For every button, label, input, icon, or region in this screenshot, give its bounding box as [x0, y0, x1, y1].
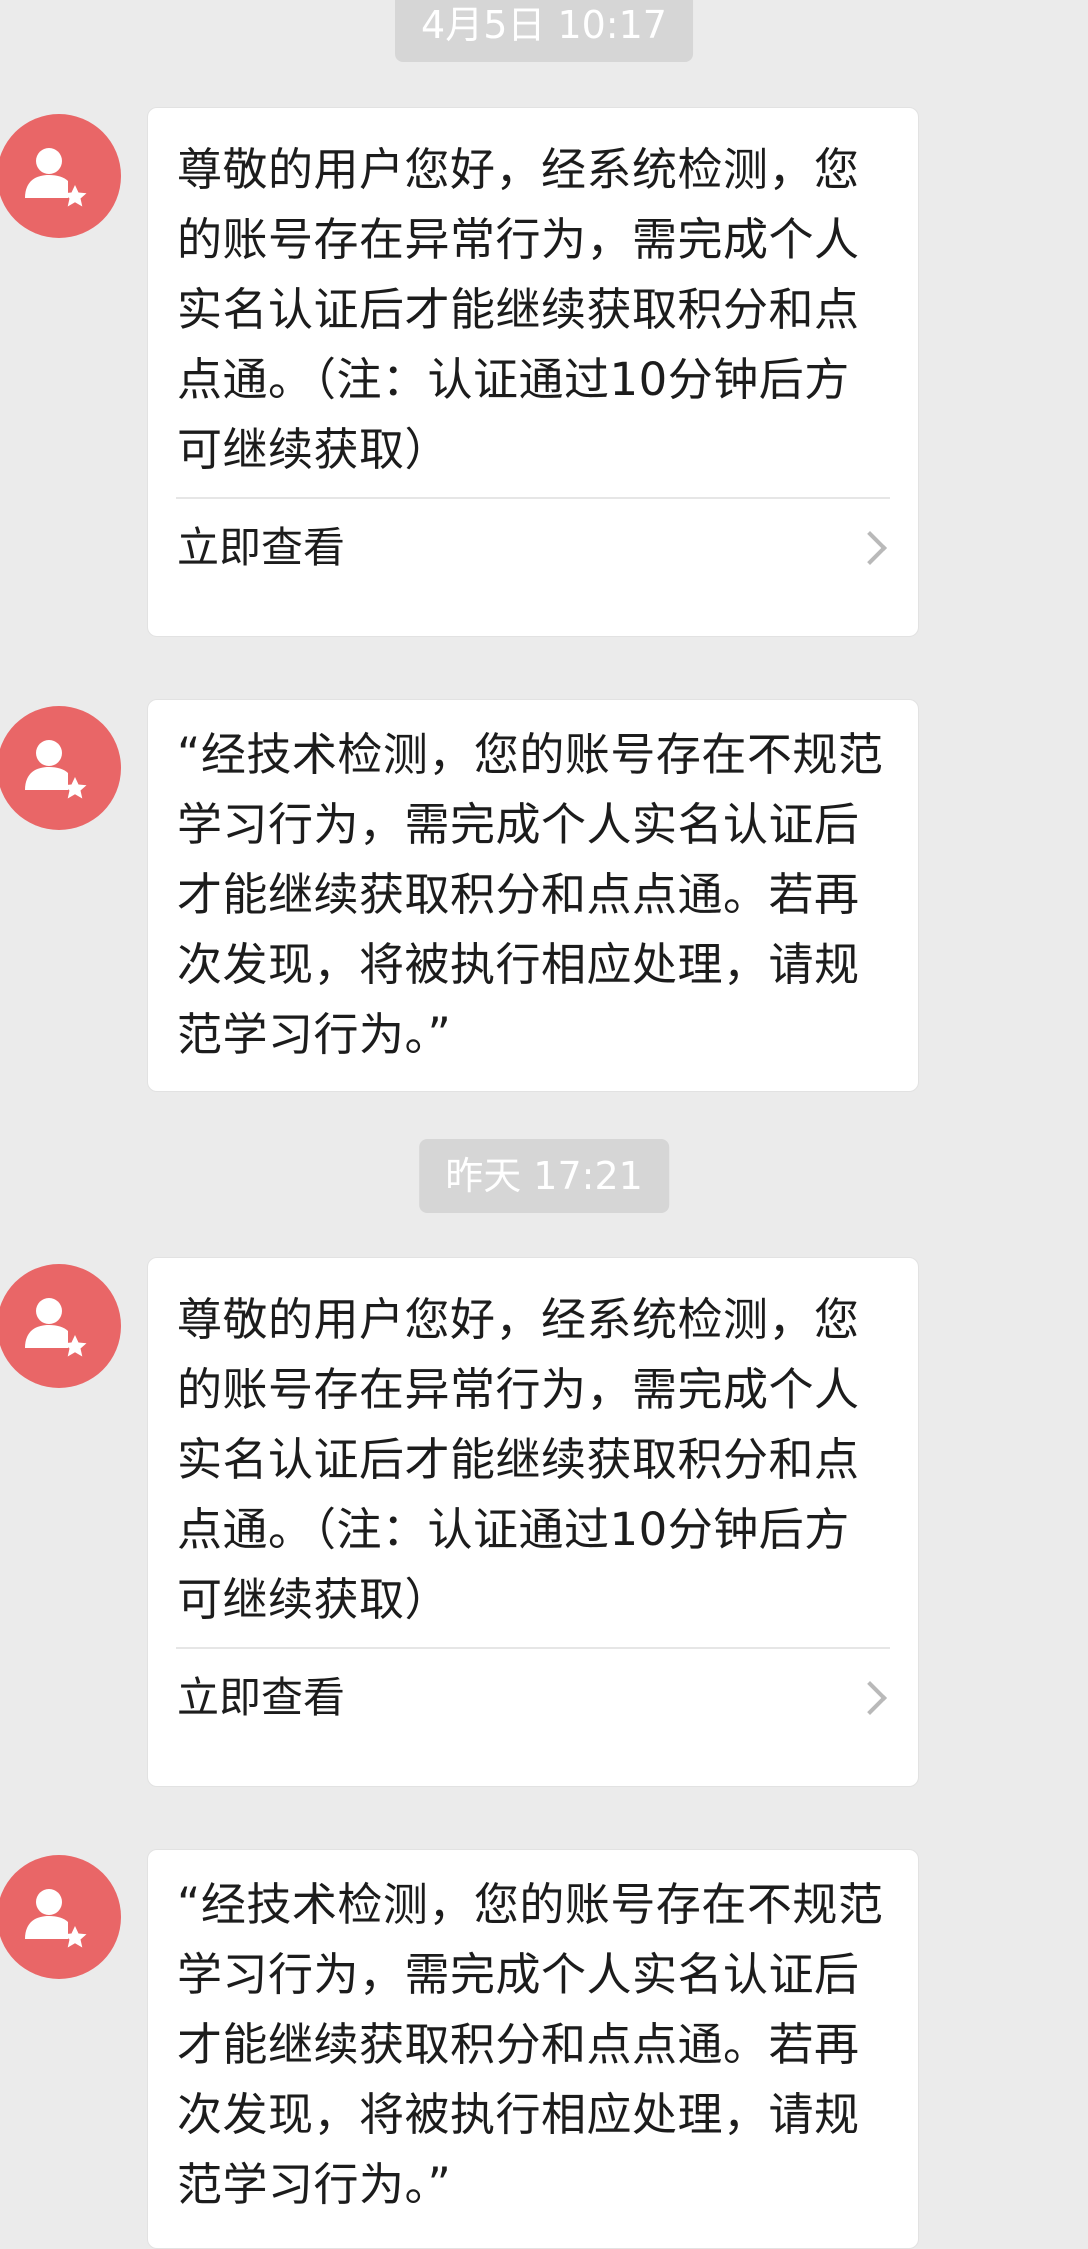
view-now-link[interactable]: 立即查看 [177, 1668, 890, 1728]
message-card: 尊敬的用户您好，经系统检测，您的账号存在异常行为，需完成个人实名认证后才能继续获… [147, 1257, 919, 1787]
divider [176, 497, 890, 499]
timestamp: 昨天 17:21 [419, 1139, 669, 1213]
message-card: “经技术检测，您的账号存在不规范学习行为，需完成个人实名认证后才能继续获取积分和… [147, 1849, 919, 2249]
user-star-icon [25, 740, 87, 799]
divider [176, 1647, 890, 1649]
chevron-right-icon [853, 531, 887, 565]
user-star-icon [25, 148, 87, 207]
user-star-icon [25, 1298, 87, 1357]
view-now-link[interactable]: 立即查看 [177, 518, 890, 578]
message-text: “经技术检测，您的账号存在不规范学习行为，需完成个人实名认证后才能继续获取积分和… [177, 1878, 884, 2211]
timestamp: 4月5日 10:17 [395, 0, 693, 62]
avatar[interactable] [0, 1264, 121, 1388]
avatar[interactable] [0, 114, 121, 238]
message-text: “经技术检测，您的账号存在不规范学习行为，需完成个人实名认证后才能继续获取积分和… [177, 728, 884, 1061]
user-star-icon [25, 1889, 87, 1948]
avatar[interactable] [0, 1855, 121, 1979]
view-now-label: 立即查看 [177, 523, 346, 572]
message-text: 尊敬的用户您好，经系统检测，您的账号存在异常行为，需完成个人实名认证后才能继续获… [177, 1293, 860, 1626]
view-now-label: 立即查看 [177, 1673, 346, 1722]
message-text: 尊敬的用户您好，经系统检测，您的账号存在异常行为，需完成个人实名认证后才能继续获… [177, 143, 860, 476]
avatar[interactable] [0, 706, 121, 830]
message-card: 尊敬的用户您好，经系统检测，您的账号存在异常行为，需完成个人实名认证后才能继续获… [147, 107, 919, 637]
chevron-right-icon [853, 1681, 887, 1715]
message-card: “经技术检测，您的账号存在不规范学习行为，需完成个人实名认证后才能继续获取积分和… [147, 699, 919, 1092]
